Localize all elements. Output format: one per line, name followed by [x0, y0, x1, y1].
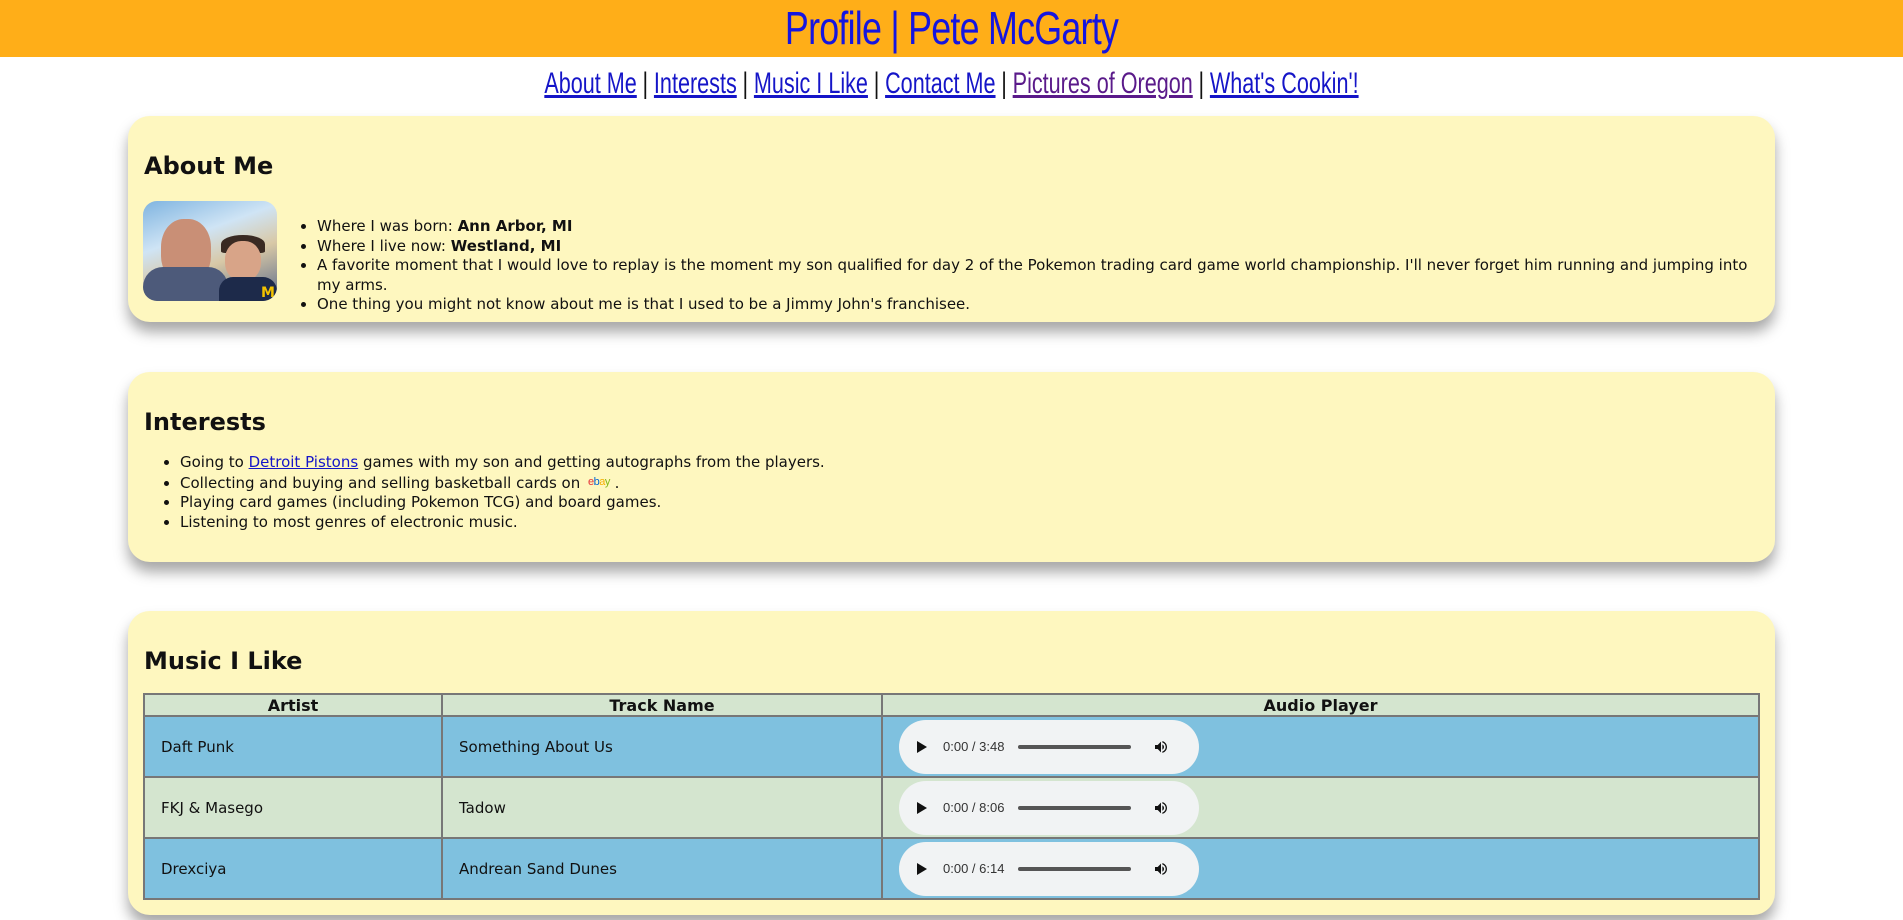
- artist-cell: FKJ & Masego: [143, 776, 443, 839]
- about-me-heading: About Me: [144, 152, 274, 180]
- list-item: Playing card games (including Pokemon TC…: [180, 493, 825, 513]
- nav-link-contact-me[interactable]: Contact Me: [885, 67, 995, 100]
- list-item: Going to Detroit Pistons games with my s…: [180, 453, 825, 473]
- nav-separator: |: [1198, 67, 1205, 100]
- table-header-row: Artist Track Name Audio Player: [143, 693, 1760, 716]
- audio-player: 0:00 / 8:06: [899, 780, 1199, 835]
- audio-time: 0:00 / 6:14: [943, 861, 1005, 876]
- track-cell: Tadow: [441, 776, 883, 839]
- list-item: Where I was born: Ann Arbor, MI: [317, 217, 1775, 237]
- audio-progress-bar[interactable]: [1018, 866, 1132, 871]
- player-cell: 0:00 / 3:48: [881, 715, 1760, 778]
- volume-icon[interactable]: [1153, 861, 1169, 877]
- page-title: Profile | Pete McGarty: [784, 2, 1119, 54]
- nav-link-interests[interactable]: Interests: [654, 67, 737, 100]
- track-cell: Andrean Sand Dunes: [441, 837, 883, 900]
- audio-time: 0:00 / 3:48: [943, 739, 1005, 754]
- nav-link-whats-cookin[interactable]: What's Cookin'!: [1210, 67, 1359, 100]
- column-header-player: Audio Player: [881, 693, 1760, 716]
- profile-photo: M: [143, 201, 277, 301]
- nav-separator: |: [642, 67, 649, 100]
- main-nav: About Me | Interests | Music I Like | Contact …: [0, 57, 1903, 113]
- list-item: A favorite moment that I would love to r…: [317, 256, 1775, 295]
- audio-time: 0:00 / 8:06: [943, 800, 1005, 815]
- list-item: One thing you might not know about me is…: [317, 295, 1775, 315]
- about-me-list: Where I was born: Ann Arbor, MI Where I …: [299, 217, 1775, 315]
- table-row: FKJ & Masego Tadow 0:00 / 8:06: [143, 776, 1760, 839]
- nav-link-about-me[interactable]: About Me: [544, 67, 636, 100]
- audio-progress-bar[interactable]: [1018, 744, 1132, 749]
- nav-link-pictures-of-oregon[interactable]: Pictures of Oregon: [1013, 67, 1193, 100]
- interests-card: Interests Going to Detroit Pistons games…: [128, 372, 1775, 562]
- volume-icon[interactable]: [1153, 739, 1169, 755]
- nav-link-music[interactable]: Music I Like: [754, 67, 868, 100]
- ebay-logo: ebay: [588, 475, 610, 488]
- play-icon[interactable]: [917, 801, 927, 814]
- about-me-card: About Me M Where I was born: Ann Arbor, …: [128, 116, 1775, 322]
- nav-separator: |: [873, 67, 880, 100]
- list-item: Collecting and buying and selling basket…: [180, 473, 825, 494]
- player-cell: 0:00 / 6:14: [881, 837, 1760, 900]
- detroit-pistons-link[interactable]: Detroit Pistons: [249, 453, 359, 471]
- list-item: Listening to most genres of electronic m…: [180, 513, 825, 533]
- column-header-artist: Artist: [143, 693, 443, 716]
- nav-separator: |: [742, 67, 749, 100]
- interests-list: Going to Detroit Pistons games with my s…: [162, 453, 825, 532]
- play-icon[interactable]: [917, 862, 927, 875]
- artist-cell: Drexciya: [143, 837, 443, 900]
- column-header-track: Track Name: [441, 693, 883, 716]
- born-value: Ann Arbor, MI: [457, 217, 573, 235]
- list-item: Where I live now: Westland, MI: [317, 237, 1775, 257]
- play-icon[interactable]: [917, 740, 927, 753]
- audio-player: 0:00 / 6:14: [899, 841, 1199, 896]
- music-heading: Music I Like: [144, 647, 303, 675]
- audio-player: 0:00 / 3:48: [899, 719, 1199, 774]
- volume-icon[interactable]: [1153, 800, 1169, 816]
- track-cell: Something About Us: [441, 715, 883, 778]
- table-row: Daft Punk Something About Us 0:00 / 3:48: [143, 715, 1760, 778]
- live-value: Westland, MI: [450, 236, 562, 255]
- interests-heading: Interests: [144, 408, 266, 436]
- player-cell: 0:00 / 8:06: [881, 776, 1760, 839]
- table-row: Drexciya Andrean Sand Dunes 0:00 / 6:14: [143, 837, 1760, 900]
- music-table: Artist Track Name Audio Player Daft Punk…: [143, 693, 1760, 900]
- nav-separator: |: [1001, 67, 1007, 100]
- artist-cell: Daft Punk: [143, 715, 443, 778]
- audio-progress-bar[interactable]: [1018, 805, 1132, 810]
- header-banner: Profile | Pete McGarty: [0, 0, 1903, 57]
- music-card: Music I Like Artist Track Name Audio Pla…: [128, 611, 1775, 915]
